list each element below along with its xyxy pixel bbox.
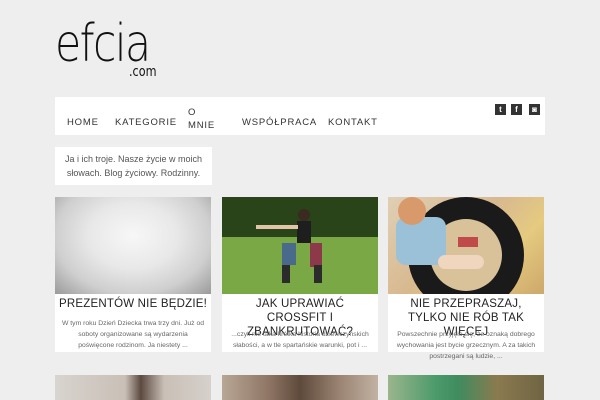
- post-thumbnail-partial[interactable]: [388, 375, 544, 400]
- post-card: PREZENTÓW NIE BĘDZIE! W tym roku Dzień D…: [55, 197, 211, 352]
- main-navigation: HOME KATEGORIE O MNIE WSPÓŁPRACA KONTAKT…: [55, 97, 545, 135]
- blog-tagline: Ja i ich troje. Nasze życie w moich słow…: [55, 147, 212, 185]
- thumbnail-illustration: [222, 197, 378, 294]
- post-thumbnail[interactable]: [222, 197, 378, 294]
- nav-kontakt[interactable]: KONTAKT: [328, 117, 378, 128]
- logo-sub-text: .com: [129, 64, 157, 80]
- nav-o-mnie-line1: O: [188, 107, 197, 118]
- site-logo[interactable]: efcia .com: [55, 18, 165, 84]
- instagram-icon[interactable]: ◙: [529, 104, 540, 115]
- post-excerpt: W tym roku Dzień Dziecka trwa trzy dni. …: [61, 320, 205, 349]
- thumbnail-illustration: [396, 197, 524, 294]
- nav-kategorie[interactable]: KATEGORIE: [115, 117, 177, 128]
- post-thumbnail[interactable]: [388, 197, 544, 294]
- post-excerpt: ...czyli nie taka krótka historia dziewc…: [231, 331, 369, 349]
- post-thumbnail-partial[interactable]: [222, 375, 378, 400]
- post-thumbnail[interactable]: [55, 197, 211, 294]
- nav-home[interactable]: HOME: [67, 117, 99, 128]
- post-card: NIE PRZEPRASZAJ, TYLKO NIE RÓB TAK WIĘCE…: [388, 197, 544, 360]
- nav-o-mnie[interactable]: O MNIE: [188, 106, 215, 132]
- nav-wspolpraca[interactable]: WSPÓŁPRACA: [242, 117, 317, 128]
- twitter-icon[interactable]: t: [495, 104, 506, 115]
- post-title[interactable]: PREZENTÓW NIE BĘDZIE!: [55, 297, 211, 311]
- post-card: JAK UPRAWIAĆ CROSSFIT I ZBANKRUTOWAĆ? ..…: [222, 197, 378, 352]
- post-excerpt: Powszechnie przyjęło się, że oznaką dobr…: [396, 331, 536, 360]
- facebook-icon[interactable]: f: [511, 104, 522, 115]
- logo-main-text: efcia: [55, 14, 151, 74]
- post-thumbnail-partial[interactable]: [55, 375, 211, 400]
- nav-o-mnie-line2: MNIE: [188, 120, 215, 131]
